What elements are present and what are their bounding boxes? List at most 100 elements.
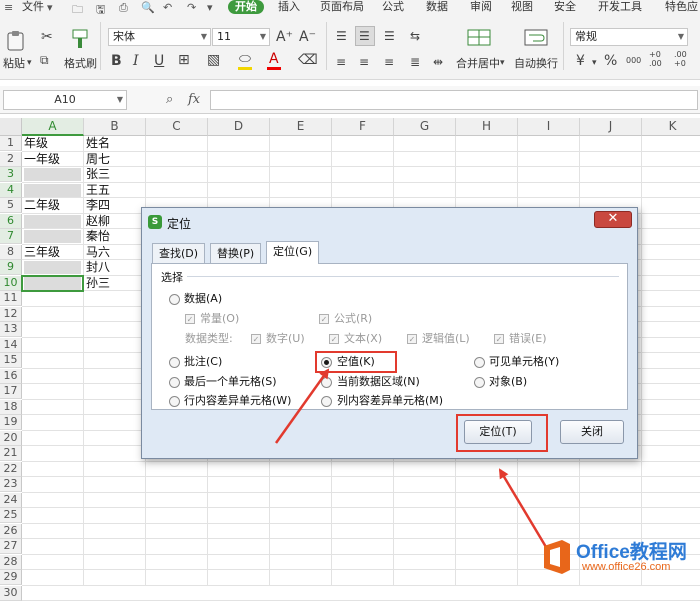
checkbox-logicals[interactable]: ✓ <box>407 334 417 344</box>
close-icon[interactable]: ✕ <box>594 211 632 228</box>
format-painter-button[interactable]: 格式刷 <box>64 55 97 71</box>
row-header-16[interactable]: 16 <box>0 368 22 384</box>
row-header-3[interactable]: 3 <box>0 167 22 182</box>
row-header-12[interactable]: 12 <box>0 306 22 322</box>
text-direction-icon[interactable]: ⇆ <box>410 29 420 43</box>
radio-data[interactable] <box>169 294 180 305</box>
radio-last-cell[interactable] <box>169 377 180 388</box>
column-header-d[interactable]: D <box>208 118 270 136</box>
align-middle-icon[interactable]: ☰ <box>359 29 370 43</box>
row-header-6[interactable]: 6 <box>0 213 22 229</box>
row-header-18[interactable]: 18 <box>0 399 22 415</box>
align-left-icon[interactable]: ≡ <box>336 55 346 69</box>
selected-empty-cell[interactable] <box>24 183 81 197</box>
file-menu[interactable]: 文件 <box>22 0 44 14</box>
cell-a5[interactable]: 二年级 <box>22 198 84 213</box>
name-box[interactable]: A10 ▼ <box>3 90 127 110</box>
row-header-5[interactable]: 5 <box>0 198 22 213</box>
radio-visible-cells[interactable] <box>474 357 485 368</box>
radio-objects[interactable] <box>474 377 485 388</box>
cell-b10[interactable]: 孙三 <box>84 276 146 291</box>
cut-icon[interactable]: ✂ <box>41 30 53 44</box>
cell-b4[interactable]: 王五 <box>84 183 146 198</box>
thousands-button[interactable]: 000 <box>626 54 641 68</box>
checkbox-numbers[interactable]: ✓ <box>251 334 261 344</box>
radio-comments[interactable] <box>169 357 180 368</box>
percent-button[interactable]: % <box>604 54 617 68</box>
row-header-2[interactable]: 2 <box>0 151 22 167</box>
radio-current-region[interactable] <box>321 377 332 388</box>
tab-insert[interactable]: 插入 <box>278 0 300 14</box>
currency-chevron-icon[interactable]: ▾ <box>592 56 597 70</box>
highlight-icon[interactable]: ⬭ <box>239 52 251 66</box>
tab-security[interactable]: 安全 <box>554 0 576 14</box>
italic-icon[interactable]: I <box>133 54 139 68</box>
copy-icon[interactable]: ⧉ <box>40 53 49 67</box>
undo-icon[interactable]: ↶ <box>163 1 172 14</box>
decrease-decimal-button[interactable]: .00 +0 <box>674 50 692 68</box>
wrap-text-icon[interactable] <box>524 28 548 48</box>
align-right-icon[interactable]: ≡ <box>384 55 394 69</box>
print-preview-icon[interactable]: 🔍 <box>141 1 155 14</box>
row-header-8[interactable]: 8 <box>0 244 22 260</box>
checkbox-text[interactable]: ✓ <box>329 334 339 344</box>
selected-empty-cell[interactable] <box>24 214 81 228</box>
checkbox-constants[interactable]: ✓ <box>185 314 195 324</box>
currency-icon[interactable]: ¥ <box>576 54 585 68</box>
column-header-a[interactable]: A <box>22 118 84 136</box>
selected-empty-cell[interactable] <box>24 261 81 274</box>
underline-icon[interactable]: U <box>154 54 164 68</box>
clear-icon[interactable]: ⌫ <box>298 53 318 67</box>
row-header-29[interactable]: 29 <box>0 570 22 585</box>
row-header-10[interactable]: 10 <box>0 275 22 291</box>
justify-icon[interactable]: ≣ <box>410 55 420 69</box>
dialog-titlebar[interactable]: S 定位 ✕ <box>142 208 637 236</box>
format-painter-icon[interactable] <box>70 28 90 50</box>
font-grow-button[interactable]: A⁺ <box>276 30 293 44</box>
row-header-19[interactable]: 19 <box>0 415 22 430</box>
cell-b6[interactable]: 赵柳 <box>84 214 146 229</box>
cell-a1[interactable]: 年级 <box>22 136 84 151</box>
column-header-b[interactable]: B <box>84 118 146 136</box>
tab-special[interactable]: 特色应 <box>665 0 698 14</box>
merge-center-button[interactable]: 合并居中 <box>456 55 500 71</box>
checkbox-errors[interactable]: ✓ <box>494 334 504 344</box>
tab-home[interactable]: 开始 <box>228 0 264 14</box>
row-header-22[interactable]: 22 <box>0 461 22 477</box>
column-header-c[interactable]: C <box>146 118 208 136</box>
paste-button[interactable]: 粘贴 <box>3 55 25 71</box>
tab-page-layout[interactable]: 页面布局 <box>320 0 364 14</box>
row-header-4[interactable]: 4 <box>0 182 22 198</box>
cell-b5[interactable]: 李四 <box>84 198 146 213</box>
row-header-24[interactable]: 24 <box>0 492 22 508</box>
paste-chevron-icon[interactable]: ▾ <box>27 56 32 70</box>
cell-a8[interactable]: 三年级 <box>22 245 84 260</box>
selected-empty-cell[interactable] <box>24 168 81 181</box>
paste-icon[interactable] <box>6 30 26 52</box>
wrap-text-button[interactable]: 自动换行 <box>514 55 558 71</box>
cell-b8[interactable]: 马六 <box>84 245 146 260</box>
font-color-icon[interactable]: A <box>269 52 279 66</box>
row-header-1[interactable]: 1 <box>0 136 22 151</box>
row-header-11[interactable]: 11 <box>0 291 22 306</box>
column-header-e[interactable]: E <box>270 118 332 136</box>
checkbox-formulas[interactable]: ✓ <box>319 314 329 324</box>
tab-review[interactable]: 审阅 <box>470 0 492 14</box>
align-bottom-icon[interactable]: ☰ <box>384 29 395 43</box>
formula-input[interactable] <box>210 90 698 110</box>
font-shrink-button[interactable]: A⁻ <box>299 30 316 44</box>
cell-b3[interactable]: 张三 <box>84 167 146 182</box>
column-header-j[interactable]: J <box>580 118 642 136</box>
column-header-h[interactable]: H <box>456 118 518 136</box>
row-header-27[interactable]: 27 <box>0 539 22 554</box>
redo-icon[interactable]: ↷ <box>187 1 196 14</box>
tab-data[interactable]: 数据 <box>426 0 448 14</box>
file-menu-chevron-icon[interactable]: ▾ <box>47 1 53 14</box>
column-header-k[interactable]: K <box>642 118 700 136</box>
distributed-icon[interactable]: ⇹ <box>433 55 443 69</box>
row-header-28[interactable]: 28 <box>0 554 22 570</box>
row-header-13[interactable]: 13 <box>0 322 22 337</box>
row-header-15[interactable]: 15 <box>0 353 22 368</box>
cell-a2[interactable]: 一年级 <box>22 152 84 167</box>
print-icon[interactable]: ⎙ <box>119 1 128 15</box>
